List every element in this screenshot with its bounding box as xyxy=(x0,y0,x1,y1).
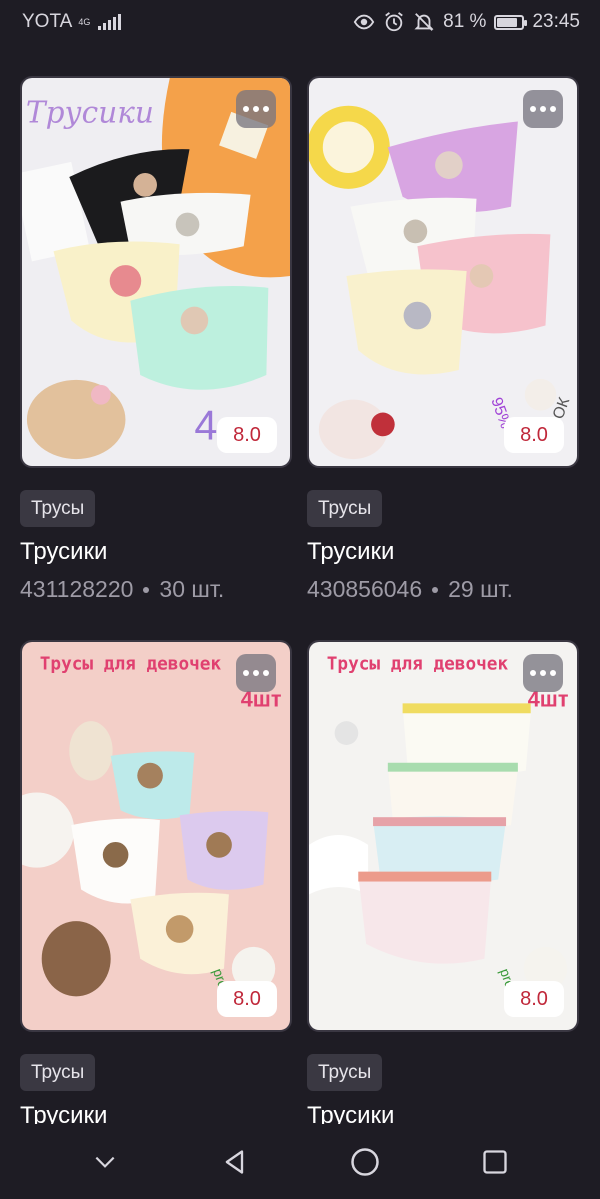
product-meta: 430856046 29 шт. xyxy=(307,576,513,603)
separator-dot xyxy=(432,586,439,593)
mute-bell-icon xyxy=(414,13,434,31)
image-number: 4 xyxy=(194,401,217,448)
category-tag[interactable]: Трусы xyxy=(20,490,96,527)
article-number: 430856046 xyxy=(307,576,423,602)
back-icon xyxy=(225,1149,244,1174)
separator-dot xyxy=(143,586,150,593)
product-image[interactable]: 95% ПОК 8.0 xyxy=(307,76,579,468)
product-image[interactable]: Трусы для девочек 4шт pre 8.0 xyxy=(20,640,292,1032)
clock: 23:45 xyxy=(532,11,580,32)
category-tag[interactable]: Трусы xyxy=(307,1054,383,1091)
status-left: YOTA 4G xyxy=(22,11,122,33)
article-number: 431128220 xyxy=(20,576,134,602)
rating-badge: 8.0 xyxy=(217,417,277,453)
rating-badge: 8.0 xyxy=(504,417,564,453)
image-caption: Трусы для девочек xyxy=(327,655,509,675)
stock-count: 30 шт. xyxy=(159,576,225,602)
status-right: 81 % 23:45 xyxy=(353,11,580,33)
battery-icon xyxy=(494,14,528,30)
recents-button[interactable] xyxy=(473,1140,517,1184)
rating-badge: 8.0 xyxy=(217,981,277,1017)
eye-icon xyxy=(353,14,375,30)
status-bar: YOTA 4G 81 % 23:45 xyxy=(0,0,600,44)
more-options-button[interactable] xyxy=(236,654,276,692)
image-caption: Трусы для девочек xyxy=(40,655,222,675)
alarm-icon xyxy=(385,12,403,32)
category-tag[interactable]: Трусы xyxy=(307,490,383,527)
more-options-button[interactable] xyxy=(523,90,563,128)
product-photo: 95% ПОК xyxy=(309,78,577,466)
network-type: 4G xyxy=(78,16,91,27)
collapse-button[interactable] xyxy=(83,1140,127,1184)
product-title[interactable]: Трусики xyxy=(20,538,107,566)
product-image[interactable]: Трусы для девочек 4шт pre 8.0 xyxy=(307,640,579,1032)
rating-badge: 8.0 xyxy=(504,981,564,1017)
image-caption: Трусики xyxy=(26,95,154,129)
carrier-name: YOTA xyxy=(22,11,73,32)
recents-icon xyxy=(483,1149,507,1174)
more-options-button[interactable] xyxy=(236,90,276,128)
signal-icon xyxy=(98,14,122,30)
home-icon xyxy=(351,1147,379,1176)
product-image[interactable]: Трусики 4 8.0 xyxy=(20,76,292,468)
product-photo: Трусы для девочек 4шт pre xyxy=(22,642,290,1030)
system-nav-bar xyxy=(0,1124,600,1199)
product-photo: Трусики 4 xyxy=(22,78,290,466)
category-tag[interactable]: Трусы xyxy=(20,1054,96,1091)
battery-percent: 81 % xyxy=(443,11,487,32)
stock-count: 29 шт. xyxy=(448,576,513,602)
back-button[interactable] xyxy=(213,1140,257,1184)
product-meta: 431128220 30 шт. xyxy=(20,576,224,603)
home-button[interactable] xyxy=(343,1140,387,1184)
more-options-button[interactable] xyxy=(523,654,563,692)
product-photo: Трусы для девочек 4шт pre xyxy=(309,642,577,1030)
product-title[interactable]: Трусики xyxy=(307,538,394,566)
chevron-down-icon xyxy=(95,1156,115,1168)
